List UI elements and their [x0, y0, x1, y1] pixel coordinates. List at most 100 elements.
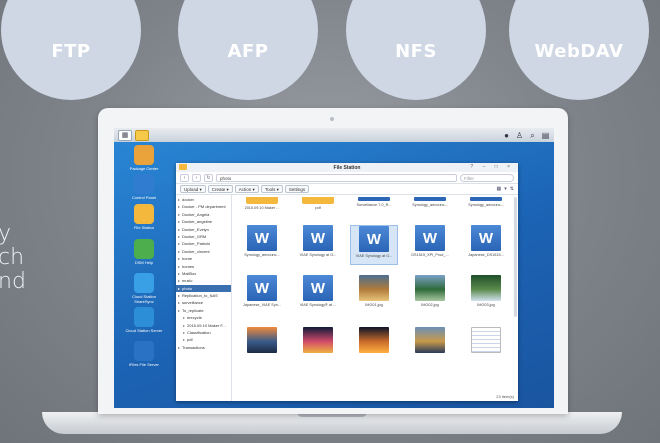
tree-item[interactable]: #recycle — [176, 314, 231, 322]
tree-item[interactable]: docker — [176, 196, 231, 204]
file-name: VIAE Synology at G... — [355, 254, 393, 258]
tree-item[interactable]: 2015.09.10 Maker F... — [176, 322, 231, 330]
tree-item[interactable]: Docker_Angela — [176, 211, 231, 219]
file-item[interactable] — [294, 327, 342, 367]
word-document-icon: W — [359, 226, 389, 252]
file-item[interactable]: W VIAE Synology® at ... — [294, 275, 342, 315]
file-name: Japanese_DS1515... — [468, 253, 504, 257]
file-item[interactable]: W Synology_announc... — [238, 225, 286, 265]
webdav-label: WebDAV — [534, 41, 624, 62]
desktop-icon-label: Package Center — [129, 166, 159, 171]
side-text: y ch nd — [0, 222, 26, 294]
file-grid: 2015.09.10 Maker ... pdf Surveillance 7.0_… — [232, 195, 518, 401]
file-item[interactable]: W VIAE Synology at G... — [350, 225, 398, 265]
desktop-icon-label: Cloud Station Server — [125, 328, 163, 333]
document-icon — [470, 197, 502, 201]
tree-item[interactable]: photo — [176, 284, 231, 293]
photo-thumbnail — [247, 327, 277, 353]
path-field[interactable]: photo — [216, 173, 457, 182]
laptop-base — [42, 412, 622, 434]
tree-item[interactable]: To_replicate — [176, 307, 231, 315]
tree-scrollbar[interactable] — [514, 197, 517, 317]
file-item[interactable] — [462, 327, 510, 367]
photo-thumbnail — [415, 275, 445, 301]
control-panel-icon — [134, 174, 154, 194]
action-button[interactable]: Action ▾ — [234, 185, 259, 193]
search-icon[interactable]: ⌕ — [528, 131, 537, 140]
afp-label: AFP — [227, 41, 269, 62]
upload-button[interactable]: Upload ▾ — [180, 185, 206, 193]
file-item[interactable]: W Japanese_VIAE Syn... — [238, 275, 286, 315]
settings-button[interactable]: Settings — [284, 185, 310, 193]
tree-item[interactable]: Classification — [176, 329, 231, 337]
desktop-icon[interactable]: File Station — [122, 204, 166, 230]
desktop-icon[interactable]: Cloud Station Server — [122, 307, 166, 333]
tree-item[interactable]: Docker - PM department — [176, 203, 231, 211]
file-name: Synology_announc... — [412, 203, 448, 207]
photo-thumbnail — [415, 327, 445, 353]
desktop-icon-label: DSM Help — [134, 260, 154, 265]
side-text-line: nd — [0, 269, 26, 294]
file-item[interactable]: IMG03.jpg — [462, 275, 510, 315]
tree-item[interactable]: pdf — [176, 336, 231, 344]
file-item[interactable]: W VIAE Synology at G... — [294, 225, 342, 265]
file-name: pdf — [315, 206, 321, 210]
main-menu-button[interactable]: ▦ — [118, 129, 132, 141]
file-item[interactable] — [238, 327, 286, 367]
file-item[interactable] — [350, 327, 398, 367]
help-icon — [134, 239, 154, 259]
forward-button[interactable]: › — [192, 173, 201, 182]
desktop-icon[interactable]: iFiles File Server — [122, 341, 166, 367]
file-item[interactable]: W Japanese_DS1515... — [462, 225, 510, 265]
desktop-icon-label: iFiles File Server — [129, 362, 159, 367]
file-item[interactable] — [406, 327, 454, 367]
ftp-badge: FTP — [1, 0, 141, 100]
tree-item[interactable]: music — [176, 277, 231, 285]
tree-item[interactable]: Docker_angeline — [176, 218, 231, 226]
tools-button[interactable]: Tools ▾ — [260, 185, 283, 193]
tree-item[interactable]: home — [176, 255, 231, 263]
tree-item[interactable]: Docker_GRM — [176, 233, 231, 241]
tree-item[interactable]: homes — [176, 263, 231, 271]
tree-item[interactable]: Transactions — [176, 344, 231, 352]
back-button[interactable]: ‹ — [180, 173, 189, 182]
sort-icon[interactable]: ⇅ — [510, 186, 514, 192]
word-document-icon: W — [415, 225, 445, 251]
tree-item[interactable]: MailBox — [176, 270, 231, 278]
document-icon — [358, 197, 390, 201]
file-item[interactable]: IMG01.jpg — [350, 275, 398, 315]
user-icon[interactable]: ● — [502, 131, 511, 140]
file-station-taskbar-button[interactable] — [135, 129, 149, 141]
create-button[interactable]: Create ▾ — [207, 185, 233, 193]
filter-input[interactable]: Filter — [460, 173, 514, 182]
tree-item[interactable]: Docker_Evelyn — [176, 226, 231, 234]
navigation-bar: ‹ › ↻ photo Filter — [176, 172, 518, 184]
tree-item[interactable]: Docker_vincent — [176, 248, 231, 256]
desktop-icon[interactable]: DSM Help — [122, 239, 166, 265]
file-item[interactable]: IMG02.jpg — [406, 275, 454, 315]
tree-item[interactable]: Replication_to_NAS — [176, 292, 231, 300]
folder-icon — [302, 197, 334, 204]
file-name: Synology_announc... — [468, 203, 504, 207]
person-icon[interactable]: ♙ — [515, 131, 524, 140]
word-document-icon: W — [247, 275, 277, 301]
tree-item[interactable]: surveillance — [176, 299, 231, 307]
desktop-icon[interactable]: Package Center — [122, 145, 166, 171]
file-name: Synology_announc... — [244, 253, 280, 257]
file-name: DS1515_XPI_Prod_... — [411, 253, 449, 257]
view-switcher[interactable]: ▦ ▾ ⇅ — [497, 186, 514, 192]
folder-icon — [179, 164, 187, 170]
desktop-icon[interactable]: Control Panel — [122, 174, 166, 200]
window-titlebar: File Station ? – □ × — [176, 163, 518, 172]
photo-thumbnail — [303, 327, 333, 353]
grid-view-icon[interactable]: ▦ — [497, 186, 502, 192]
refresh-button[interactable]: ↻ — [204, 173, 213, 182]
cloud-server-icon — [134, 307, 154, 327]
tree-item[interactable]: Docker_PatrickI — [176, 240, 231, 248]
desktop-icon[interactable]: Cloud Station ShareSync — [122, 273, 166, 304]
window-controls[interactable]: ? – □ × — [470, 164, 514, 170]
file-name: 2015.09.10 Maker ... — [244, 206, 280, 210]
widgets-icon[interactable]: ▤ — [541, 131, 550, 140]
dropdown-icon[interactable]: ▾ — [504, 186, 507, 192]
file-item[interactable]: W DS1515_XPI_Prod_... — [406, 225, 454, 265]
